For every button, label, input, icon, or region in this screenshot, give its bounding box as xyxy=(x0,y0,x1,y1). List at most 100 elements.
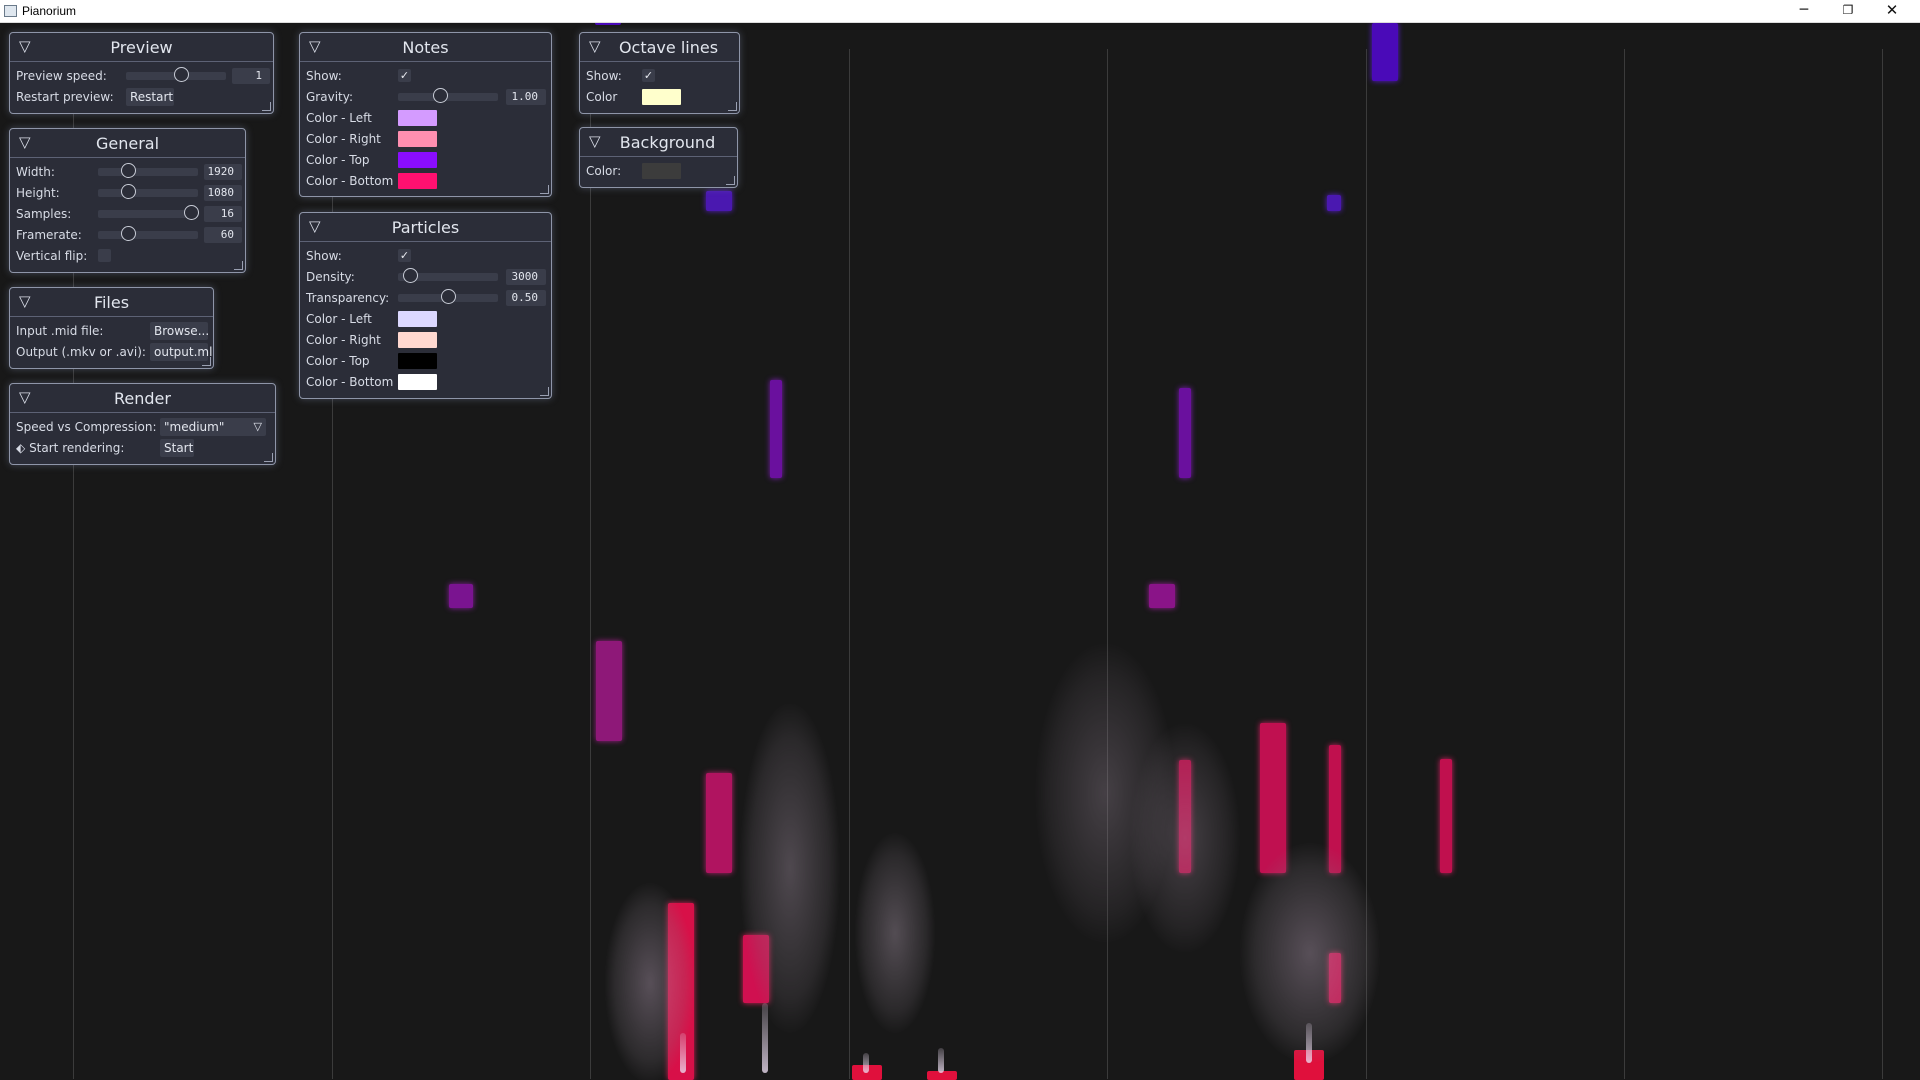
notes-color-right-label: Color - Right xyxy=(306,132,381,146)
particle-fountain xyxy=(938,1048,944,1073)
chevron-down-icon[interactable]: ▽ xyxy=(254,418,262,436)
vertical-flip-label: Vertical flip: xyxy=(16,249,88,263)
transparency-label: Transparency: xyxy=(306,291,390,305)
octave-line xyxy=(1882,49,1883,1079)
width-slider[interactable] xyxy=(98,163,198,178)
transparency-value[interactable]: 0.50 xyxy=(506,290,546,306)
octave-color-swatch[interactable] xyxy=(642,89,681,105)
resize-grip[interactable] xyxy=(728,102,737,111)
slider-knob[interactable] xyxy=(184,205,199,220)
height-value[interactable]: 1080 xyxy=(204,185,242,201)
notes-show-checkbox[interactable]: ✓ xyxy=(398,69,411,82)
notes-color-top-label: Color - Top xyxy=(306,153,370,167)
slider-knob[interactable] xyxy=(121,226,136,241)
particles-show-checkbox[interactable]: ✓ xyxy=(398,249,411,262)
resize-grip[interactable] xyxy=(262,102,271,111)
resize-grip[interactable] xyxy=(234,261,243,270)
resize-grip[interactable] xyxy=(726,176,735,185)
note-block xyxy=(1327,195,1341,211)
output-file-label: Output (.mkv or .avi): xyxy=(16,345,146,359)
slider-knob[interactable] xyxy=(403,268,418,283)
restart-button[interactable]: Restart xyxy=(126,88,174,106)
vertical-flip-checkbox[interactable] xyxy=(98,249,111,262)
octave-line xyxy=(1624,49,1625,1079)
notes-color-right-swatch[interactable] xyxy=(398,131,437,147)
panel-header[interactable]: ▽ General xyxy=(10,129,245,158)
preview-speed-slider[interactable] xyxy=(126,67,226,82)
panel-title: Preview xyxy=(110,38,173,57)
panel-title: Background xyxy=(619,133,716,152)
output-file-input[interactable]: output.ml xyxy=(150,343,212,361)
minimize-button[interactable]: ─ xyxy=(1782,0,1826,22)
density-value[interactable]: 3000 xyxy=(506,269,546,285)
notes-show-label: Show: xyxy=(306,69,342,83)
particles-color-bottom-swatch[interactable] xyxy=(398,374,437,390)
gravity-slider[interactable] xyxy=(398,88,498,103)
notes-color-bottom-swatch[interactable] xyxy=(398,173,437,189)
slider-knob[interactable] xyxy=(433,88,448,103)
title-bar: Pianorium ─ ❐ ✕ xyxy=(0,0,1920,23)
selected-value: "medium" xyxy=(164,420,225,434)
gravity-label: Gravity: xyxy=(306,90,353,104)
notes-panel: ▽ Notes Show: ✓ Gravity: 1.00 Color - Le… xyxy=(299,32,552,197)
start-button[interactable]: Start xyxy=(160,439,194,457)
octave-line xyxy=(332,49,333,1079)
density-label: Density: xyxy=(306,270,355,284)
panel-header[interactable]: ▽ Octave lines xyxy=(580,33,739,62)
panel-header[interactable]: ▽ Background xyxy=(580,128,737,157)
gravity-value[interactable]: 1.00 xyxy=(506,89,546,105)
samples-slider[interactable] xyxy=(98,205,199,220)
panel-header[interactable]: ▽ Render xyxy=(10,384,275,413)
preview-speed-label: Preview speed: xyxy=(16,69,107,83)
resize-grip[interactable] xyxy=(202,357,211,366)
files-panel: ▽ Files Input .mid file: Browse... Outpu… xyxy=(9,287,214,369)
note-block xyxy=(770,380,782,478)
note-block xyxy=(706,773,732,873)
height-slider[interactable] xyxy=(98,184,198,199)
particles-color-top-swatch[interactable] xyxy=(398,353,437,369)
framerate-slider[interactable] xyxy=(98,226,198,241)
octave-lines-panel: ▽ Octave lines Show: ✓ Color xyxy=(579,32,740,114)
framerate-value[interactable]: 60 xyxy=(204,227,242,243)
speed-vs-compression-select[interactable]: "medium" ▽ xyxy=(160,418,266,436)
height-label: Height: xyxy=(16,186,60,200)
samples-value[interactable]: 16 xyxy=(204,206,242,222)
particle-cloud xyxy=(740,703,840,1033)
slider-knob[interactable] xyxy=(174,67,189,82)
slider-knob[interactable] xyxy=(441,289,456,304)
particles-color-left-swatch[interactable] xyxy=(398,311,437,327)
panel-header[interactable]: ▽ Notes xyxy=(300,33,551,62)
density-slider[interactable] xyxy=(398,268,498,283)
browse-button[interactable]: Browse... xyxy=(150,322,209,340)
transparency-slider[interactable] xyxy=(398,289,498,304)
resize-grip[interactable] xyxy=(540,387,549,396)
maximize-button[interactable]: ❐ xyxy=(1826,0,1870,22)
close-button[interactable]: ✕ xyxy=(1870,0,1914,22)
particles-color-bottom-label: Color - Bottom xyxy=(306,375,394,389)
notes-color-bottom-label: Color - Bottom xyxy=(306,174,394,188)
slider-knob[interactable] xyxy=(121,184,136,199)
panel-header[interactable]: ▽ Files xyxy=(10,288,213,317)
panel-title: Particles xyxy=(391,218,460,237)
particles-panel: ▽ Particles Show: ✓ Density: 3000 Transp… xyxy=(299,212,552,399)
app-icon xyxy=(4,5,17,17)
panel-header[interactable]: ▽ Preview xyxy=(10,33,273,62)
particles-color-top-label: Color - Top xyxy=(306,354,370,368)
note-block xyxy=(449,584,473,608)
particles-color-right-swatch[interactable] xyxy=(398,332,437,348)
notes-color-top-swatch[interactable] xyxy=(398,152,437,168)
panel-header[interactable]: ▽ Particles xyxy=(300,213,551,242)
width-value[interactable]: 1920 xyxy=(204,164,242,180)
note-block xyxy=(595,23,621,25)
start-rendering-label: ⬖ Start rendering: xyxy=(16,441,125,455)
slider-knob[interactable] xyxy=(121,163,136,178)
note-block xyxy=(1372,23,1398,81)
panel-title: Octave lines xyxy=(618,38,719,57)
background-color-swatch[interactable] xyxy=(642,163,681,179)
resize-grip[interactable] xyxy=(540,185,549,194)
notes-color-left-swatch[interactable] xyxy=(398,110,437,126)
octave-show-checkbox[interactable]: ✓ xyxy=(642,69,655,82)
preview-speed-value[interactable]: 1 xyxy=(232,68,270,84)
panel-title: Notes xyxy=(402,38,449,57)
resize-grip[interactable] xyxy=(264,453,273,462)
